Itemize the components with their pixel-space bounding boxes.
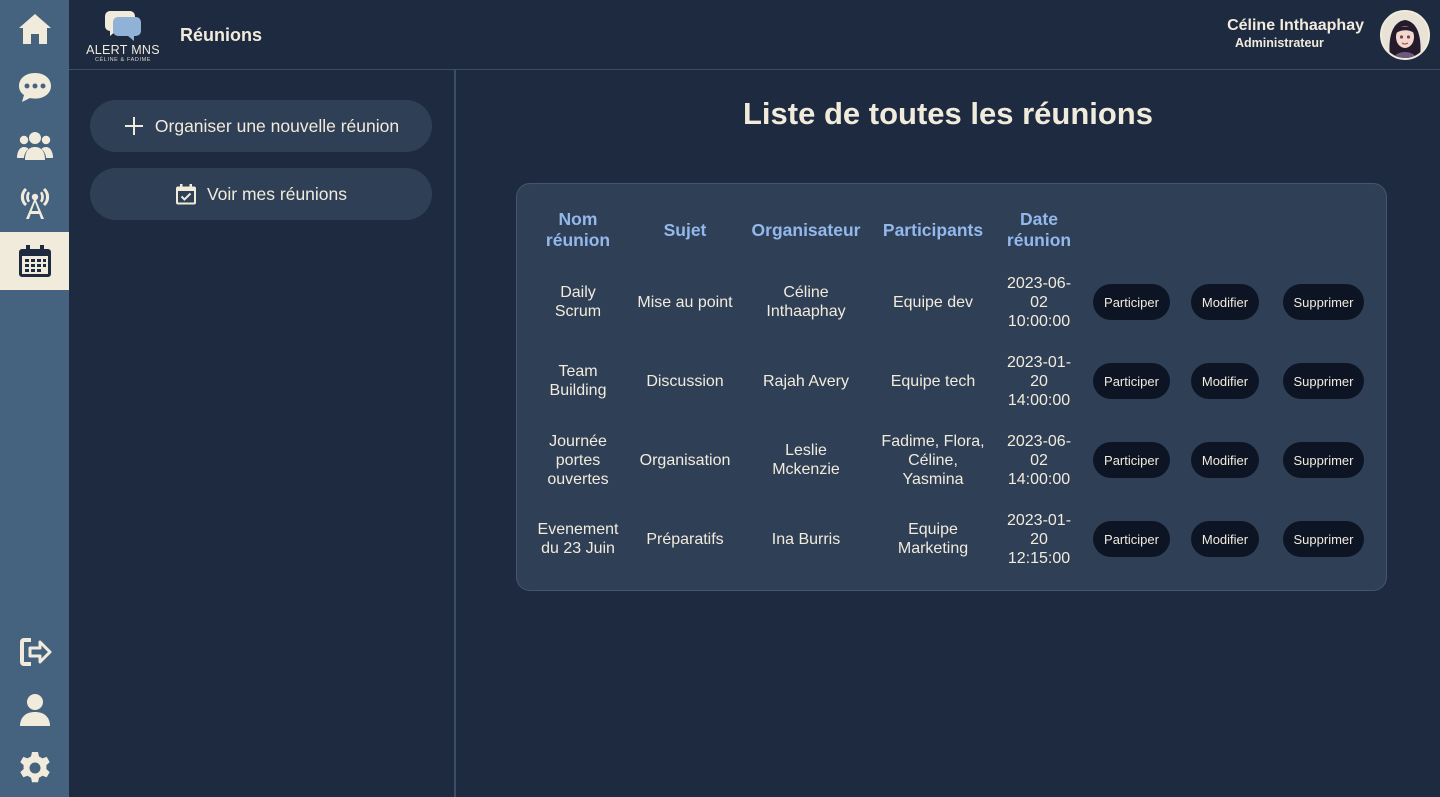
meeting-organizer: Céline Inthaaphay (766, 284, 846, 320)
column-header-subject: Sujet (663, 219, 707, 240)
meeting-name: Evenement du 23 Juin (537, 521, 619, 557)
meeting-subject: Organisation (639, 451, 731, 469)
meeting-subject: Mise au point (637, 293, 733, 311)
calendar-check-icon (175, 184, 196, 205)
join-button[interactable]: Participer (1093, 442, 1170, 478)
meeting-date: 2023-01-20 14:00:00 (1006, 353, 1072, 409)
delete-button[interactable]: Supprimer (1283, 521, 1364, 557)
app-logo[interactable]: ALERT MNS CÉLINE & FADIME (86, 7, 160, 63)
icon-rail (0, 0, 69, 797)
nav-settings[interactable] (0, 739, 69, 797)
home-icon (18, 14, 51, 44)
meeting-date: 2023-06-02 14:00:00 (1006, 432, 1072, 488)
edit-button[interactable]: Modifier (1191, 521, 1259, 557)
meetings-table: Nom réunion Sujet Organisateur Participa… (516, 183, 1387, 591)
chat-icon (18, 73, 51, 102)
user-icon (19, 694, 50, 726)
edit-button[interactable]: Modifier (1191, 442, 1259, 478)
avatar[interactable] (1380, 10, 1430, 60)
logo-bubbles-icon (105, 11, 141, 41)
meeting-organizer: Leslie Mckenzie (772, 442, 840, 478)
meeting-participants: Fadime, Flora, Céline, Yasmina (881, 432, 985, 488)
actions-panel: Organiser une nouvelle réunion Voir mes … (69, 70, 456, 797)
nav-broadcast[interactable] (0, 174, 69, 232)
my-meetings-label: Voir mes réunions (206, 183, 348, 204)
meeting-date: 2023-01-20 12:15:00 (1006, 511, 1072, 567)
column-header-organizer: Organisateur (751, 219, 861, 240)
join-button[interactable]: Participer (1093, 363, 1170, 399)
meeting-name: Team Building (549, 363, 607, 399)
meeting-organizer: Rajah Avery (763, 372, 849, 390)
broadcast-icon (20, 188, 49, 219)
meeting-participants: Equipe dev (892, 293, 974, 311)
meeting-name: Daily Scrum (554, 284, 602, 320)
logo-text: ALERT MNS (86, 43, 160, 57)
user-name: Céline Inthaaphay (1227, 17, 1364, 34)
nav-chat[interactable] (0, 58, 69, 116)
delete-button[interactable]: Supprimer (1283, 442, 1364, 478)
main-title: Liste de toutes les réunions (743, 96, 1153, 131)
gear-icon (19, 752, 50, 783)
my-meetings-button[interactable]: Voir mes réunions (90, 168, 432, 220)
nav-logout[interactable] (0, 623, 69, 681)
meeting-name: Journée portes ouvertes (547, 432, 609, 488)
meeting-organizer: Ina Burris (771, 530, 841, 548)
new-meeting-label: Organiser une nouvelle réunion (154, 115, 400, 136)
column-header-participants: Participants (882, 219, 984, 240)
nav-meetings[interactable] (0, 232, 69, 290)
join-button[interactable]: Participer (1093, 521, 1170, 557)
meeting-date: 2023-06-02 10:00:00 (1006, 274, 1072, 330)
nav-home[interactable] (0, 0, 69, 58)
users-icon (16, 132, 53, 160)
user-role: Administrateur (1235, 36, 1324, 50)
nav-profile[interactable] (0, 681, 69, 739)
top-bar: ALERT MNS CÉLINE & FADIME Réunions Célin… (69, 0, 1440, 70)
edit-button[interactable]: Modifier (1191, 363, 1259, 399)
column-header-date: Date réunion (1006, 209, 1072, 250)
meeting-subject: Préparatifs (646, 530, 724, 548)
plus-icon (124, 117, 143, 135)
join-button[interactable]: Participer (1093, 284, 1170, 320)
delete-button[interactable]: Supprimer (1283, 363, 1364, 399)
column-header-name: Nom réunion (545, 209, 611, 250)
meeting-subject: Discussion (646, 372, 724, 390)
nav-team[interactable] (0, 116, 69, 174)
logo-subtext: CÉLINE & FADIME (94, 57, 152, 63)
edit-button[interactable]: Modifier (1191, 284, 1259, 320)
avatar-image (1382, 12, 1428, 58)
page-title: Réunions (180, 25, 263, 45)
logout-icon (19, 638, 51, 666)
meeting-participants: Equipe Marketing (897, 521, 969, 557)
calendar-icon (18, 245, 51, 277)
new-meeting-button[interactable]: Organiser une nouvelle réunion (90, 100, 432, 152)
meeting-participants: Equipe tech (890, 372, 976, 390)
delete-button[interactable]: Supprimer (1283, 284, 1364, 320)
